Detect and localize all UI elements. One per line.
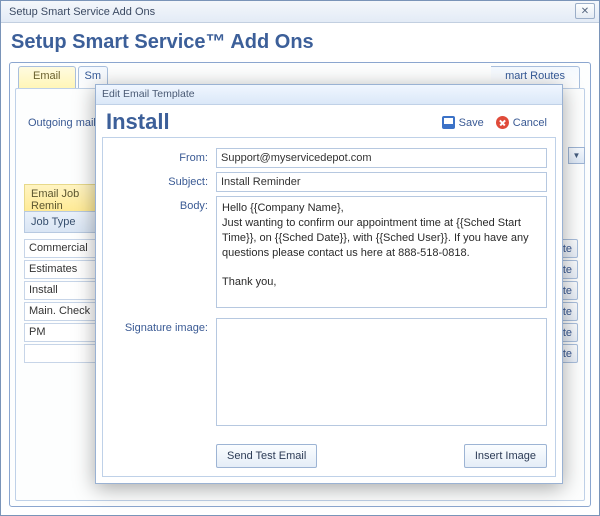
chevron-down-icon: ▼ bbox=[573, 151, 581, 160]
cancel-icon bbox=[496, 116, 509, 129]
body-textarea[interactable] bbox=[216, 196, 547, 308]
page-title: Setup Smart Service™ Add Ons bbox=[1, 23, 599, 58]
dialog-action-bar: Save Cancel bbox=[442, 116, 547, 129]
dialog-titlebar: Edit Email Template bbox=[96, 85, 562, 105]
insert-image-button[interactable]: Insert Image bbox=[464, 444, 547, 468]
close-window-button[interactable]: ✕ bbox=[575, 3, 595, 19]
send-test-email-button[interactable]: Send Test Email bbox=[216, 444, 317, 468]
subject-input[interactable] bbox=[216, 172, 547, 192]
edit-email-template-dialog: Edit Email Template Install Save Cancel … bbox=[95, 84, 563, 484]
dropdown-handle[interactable]: ▼ bbox=[568, 147, 585, 164]
save-icon bbox=[442, 116, 455, 129]
save-label: Save bbox=[459, 117, 484, 129]
save-button[interactable]: Save bbox=[442, 116, 484, 129]
from-input[interactable] bbox=[216, 148, 547, 168]
label-from: From: bbox=[111, 148, 216, 164]
signature-image-area[interactable] bbox=[216, 318, 547, 426]
close-icon: ✕ bbox=[581, 6, 589, 17]
window-titlebar: Setup Smart Service Add Ons ✕ bbox=[1, 1, 599, 23]
dialog-body: Save Cancel From: Subject: Body: Signatu… bbox=[102, 137, 556, 477]
cancel-label: Cancel bbox=[513, 117, 547, 129]
window-title: Setup Smart Service Add Ons bbox=[5, 6, 155, 18]
cancel-button[interactable]: Cancel bbox=[496, 116, 547, 129]
label-signature: Signature image: bbox=[111, 318, 216, 334]
tab-email[interactable]: Email bbox=[18, 66, 76, 88]
label-body: Body: bbox=[111, 196, 216, 212]
label-subject: Subject: bbox=[111, 172, 216, 188]
